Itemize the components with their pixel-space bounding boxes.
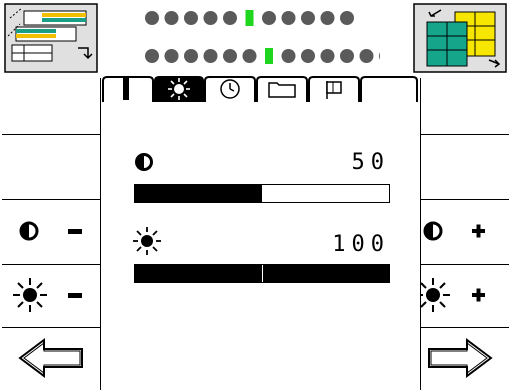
status-active-marker (245, 10, 254, 26)
brightness-minus-button[interactable] (2, 265, 100, 328)
status-dot (203, 11, 218, 25)
contrast-level-fill (135, 185, 262, 202)
terminal-screen: 50 100 (0, 0, 511, 390)
forward-arrow-icon (428, 338, 493, 378)
info-i-icon (123, 80, 129, 100)
status-dot (301, 49, 315, 63)
status-dot (340, 49, 354, 63)
right-softkey-2[interactable] (411, 78, 509, 135)
right-softkey-3[interactable] (411, 135, 509, 200)
left-top-softkey[interactable] (2, 0, 100, 76)
status-dot (281, 49, 296, 63)
status-active-marker (265, 48, 273, 64)
status-dot (164, 49, 179, 63)
status-dot (203, 49, 218, 63)
plus-icon (472, 288, 485, 302)
sun-icon (168, 78, 190, 100)
forward-button[interactable] (411, 328, 509, 390)
contrast-minus-button[interactable] (2, 200, 100, 265)
folder-icon (268, 82, 296, 98)
clock-icon (220, 79, 240, 99)
status-dot (145, 11, 159, 25)
contrast-icon (423, 221, 443, 241)
window-layout-icon (413, 3, 507, 73)
right-divider (420, 78, 421, 390)
back-arrow-icon (18, 338, 83, 378)
display-settings-icon (4, 3, 98, 73)
sun-icon (133, 227, 161, 255)
status-dot (184, 49, 198, 63)
status-dot (184, 11, 198, 25)
back-button[interactable] (2, 328, 100, 390)
contrast-plus-button[interactable] (411, 200, 509, 265)
display-settings-panel: 50 100 (102, 102, 420, 390)
status-dot (340, 11, 354, 25)
status-indicator-rows (145, 10, 380, 64)
brightness-value: 100 (332, 232, 390, 257)
brightness-midpoint-mark (262, 265, 263, 282)
status-dot (242, 49, 257, 63)
brightness-plus-button[interactable] (411, 265, 509, 328)
contrast-value: 50 (351, 150, 390, 175)
left-softkey-column (2, 0, 100, 390)
plus-icon (472, 224, 485, 238)
status-dot (379, 52, 380, 60)
tab-blank[interactable] (360, 76, 418, 102)
right-top-softkey[interactable] (411, 0, 509, 76)
status-dot (223, 49, 237, 63)
status-dot (164, 11, 179, 25)
status-dot (223, 11, 237, 25)
status-dot (320, 49, 335, 63)
contrast-level-bar[interactable] (134, 184, 390, 203)
status-dot (281, 11, 296, 25)
tab-strip (102, 76, 418, 102)
left-softkey-3[interactable] (2, 135, 100, 200)
sun-icon (13, 278, 47, 312)
status-dot (359, 49, 374, 63)
status-dot (301, 11, 315, 25)
status-dot (145, 49, 159, 63)
status-dot (262, 11, 276, 25)
sun-icon (416, 278, 450, 312)
minus-icon (68, 293, 82, 298)
left-divider (100, 78, 101, 390)
contrast-icon (19, 221, 39, 241)
minus-icon (68, 229, 82, 234)
left-softkey-2[interactable] (2, 78, 100, 135)
status-dot (320, 11, 335, 25)
right-softkey-column (411, 0, 509, 390)
contrast-icon (135, 153, 153, 171)
brightness-level-bar[interactable] (134, 264, 390, 283)
